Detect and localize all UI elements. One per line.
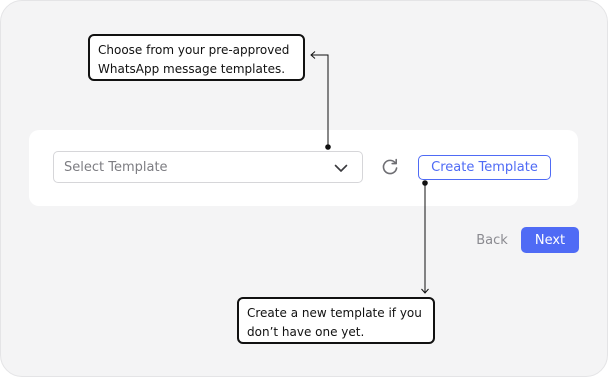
template-select-placeholder: Select Template (64, 160, 168, 175)
back-button[interactable]: Back (470, 228, 514, 252)
callout-text-line: don’t have one yet. (247, 325, 365, 339)
create-template-button[interactable]: Create Template (418, 155, 551, 180)
callout-choose-template: Choose from your pre-approved WhatsApp m… (88, 34, 305, 81)
callout-text-line: Choose from your pre-approved (98, 43, 290, 57)
chevron-down-icon (334, 164, 348, 172)
callout-create-template: Create a new template if you don’t have … (237, 297, 435, 344)
template-select[interactable]: Select Template (53, 151, 363, 183)
refresh-icon[interactable] (380, 157, 400, 177)
next-button[interactable]: Next (521, 227, 579, 253)
callout-text-line: WhatsApp message templates. (98, 62, 286, 76)
callout-text-line: Create a new template if you (247, 306, 422, 320)
